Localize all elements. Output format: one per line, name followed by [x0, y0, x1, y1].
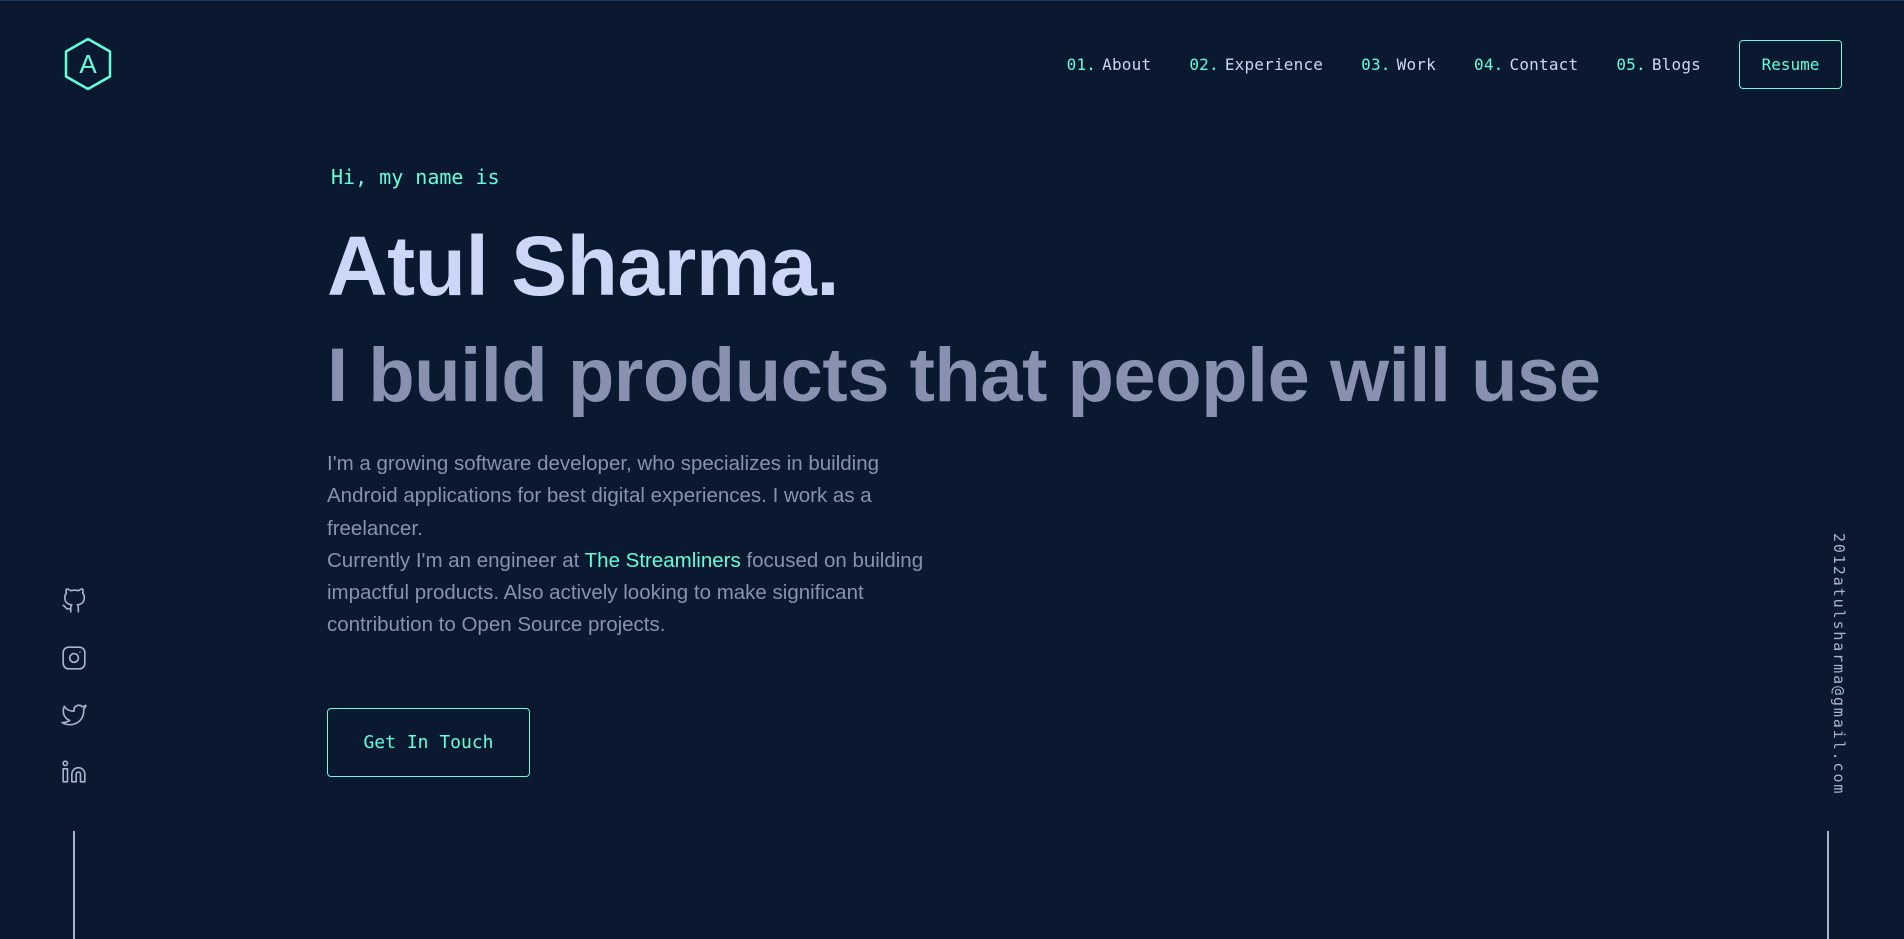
nav-label: Experience	[1224, 54, 1324, 74]
bio-paragraph-current: Currently I'm an engineer at The Streaml…	[327, 545, 947, 642]
nav-number: 01.	[1066, 54, 1097, 74]
github-link[interactable]	[61, 588, 87, 614]
logo-letter: A	[79, 49, 97, 79]
nav-label: About	[1102, 54, 1152, 74]
hexagon-logo-icon: A	[64, 37, 112, 91]
instagram-icon	[62, 646, 86, 670]
instagram-link[interactable]	[61, 645, 87, 671]
nav-number: 03.	[1361, 54, 1391, 74]
nav-item-work[interactable]: 03. Work	[1361, 55, 1436, 74]
twitter-link[interactable]	[61, 702, 87, 728]
right-vertical-line	[1827, 831, 1829, 939]
company-link[interactable]: The Streamliners	[585, 549, 741, 572]
get-in-touch-button[interactable]: Get In Touch	[327, 708, 530, 777]
hero-name: Atul Sharma.	[327, 219, 840, 313]
bio-prefix: Currently I'm an engineer at	[327, 548, 585, 572]
nav-item-contact[interactable]: 04. Contact	[1474, 55, 1578, 74]
bio-paragraph: I'm a growing software developer, who sp…	[327, 452, 880, 540]
nav-label: Blogs	[1651, 54, 1701, 74]
hero-bio: I'm a growing software developer, who sp…	[327, 448, 947, 642]
main-nav: 01. About 02. Experience 03. Work 04. Contac…	[1067, 39, 1842, 89]
twitter-icon	[61, 704, 87, 726]
linkedin-icon	[62, 760, 86, 783]
hero-tagline: I build products that people will use	[327, 333, 1601, 418]
resume-button[interactable]: Resume	[1739, 39, 1842, 89]
email-link[interactable]: 2012atulsharma@gmail.com	[1828, 533, 1848, 796]
logo[interactable]: A	[63, 37, 113, 91]
github-icon	[62, 588, 86, 613]
nav-number: 02.	[1189, 54, 1219, 74]
left-vertical-line	[73, 831, 75, 939]
linkedin-link[interactable]	[61, 759, 87, 785]
nav-label: Work	[1396, 54, 1436, 74]
nav-item-about[interactable]: 01. About	[1067, 55, 1152, 74]
top-border	[0, 0, 1904, 1]
nav-number: 05.	[1616, 54, 1646, 74]
email-text: 2012atulsharma@gmail.com	[1830, 533, 1848, 796]
nav-label: Contact	[1509, 54, 1579, 74]
nav-item-blogs[interactable]: 05. Blogs	[1616, 55, 1701, 74]
nav-item-experience[interactable]: 02. Experience	[1189, 55, 1323, 74]
social-links	[61, 588, 87, 816]
nav-number: 04.	[1473, 54, 1504, 74]
greeting-text: Hi, my name is	[331, 165, 500, 189]
